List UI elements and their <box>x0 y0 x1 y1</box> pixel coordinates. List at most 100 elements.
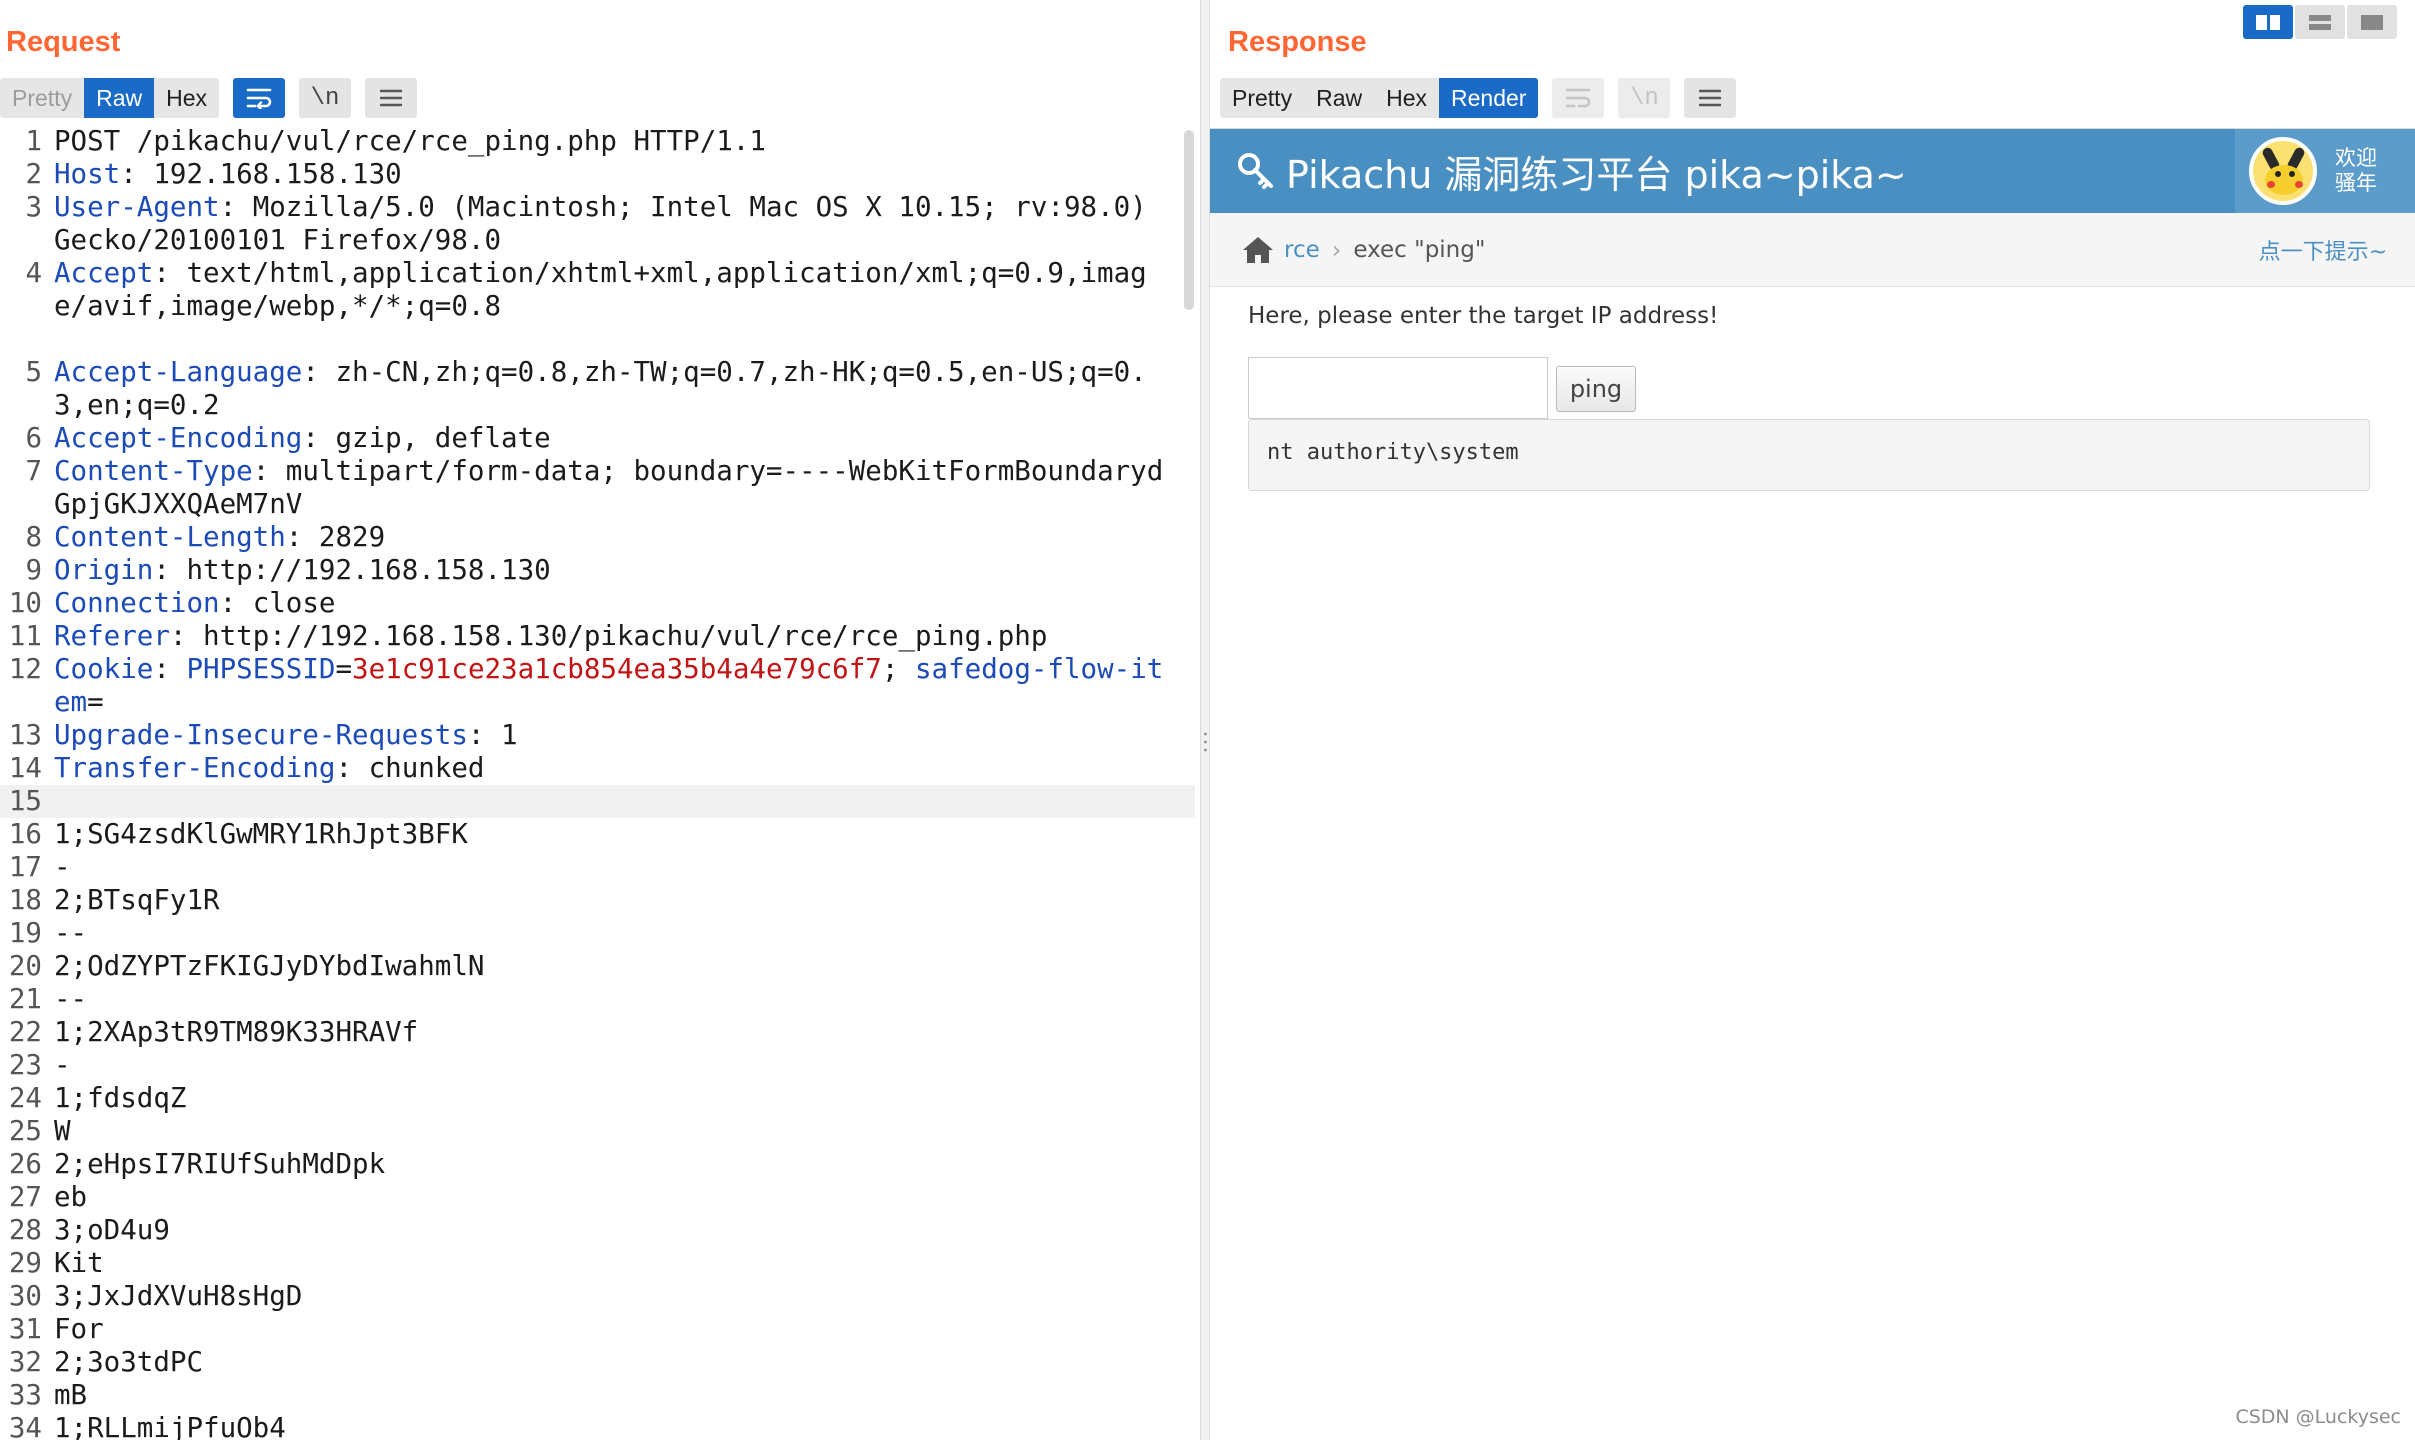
code-line: 7 Content-Type: multipart/form-data; boun… <box>0 455 1195 521</box>
line-number: 22 <box>8 1016 42 1048</box>
ip-address-input[interactable] <box>1248 357 1548 419</box>
line-text: User-Agent: Mozilla/5.0 (Macintosh; Inte… <box>54 191 1179 257</box>
line-segment: = <box>335 653 353 685</box>
line-number: 32 <box>8 1346 42 1378</box>
header-name: Cookie <box>54 653 154 685</box>
code-line: 24 1;fdsdqZ <box>0 1082 1195 1115</box>
request-menu-button[interactable] <box>365 78 417 118</box>
line-segment: - <box>54 851 71 883</box>
header-name: User-Agent <box>54 191 220 223</box>
line-segment: : close <box>219 587 336 619</box>
hamburger-menu-icon <box>380 89 402 107</box>
layout-stacked-button[interactable] <box>2295 5 2345 39</box>
request-scrollbar[interactable] <box>1184 130 1194 310</box>
line-number: 24 <box>8 1082 42 1114</box>
line-segment: : chunked <box>335 752 485 784</box>
line-number: 1 <box>25 125 42 157</box>
wrap-lines-button[interactable] <box>233 78 285 118</box>
header-name: Transfer-Encoding <box>54 752 336 784</box>
code-line: 25 W <box>0 1115 1195 1148</box>
line-number: 7 <box>25 455 42 487</box>
line-text: -- <box>54 983 87 1015</box>
code-line: 13 Upgrade-Insecure-Requests: 1 <box>0 719 1195 752</box>
code-line: 18 2;BTsqFy1R <box>0 884 1195 917</box>
request-view-tabs: Pretty Raw Hex <box>0 78 219 118</box>
home-icon <box>1243 236 1273 263</box>
hint-link[interactable]: 点一下提示~ <box>2259 234 2387 266</box>
site-title-text: Pikachu 漏洞练习平台 pika~pika~ <box>1286 152 1907 197</box>
code-line: 30 3;JxJdXVuH8sHgD <box>0 1280 1195 1313</box>
response-wrap-lines-button[interactable] <box>1552 78 1605 118</box>
cookie-name: PHPSESSID <box>186 653 336 685</box>
breadcrumb-rce-link[interactable]: rce <box>1284 237 1320 263</box>
breadcrumb: rce › exec "ping" 点一下提示~ <box>1210 213 2415 287</box>
code-line: 33 mB <box>0 1379 1195 1412</box>
code-line: 34 1;RLLmijPfuOb4 <box>0 1412 1195 1440</box>
header-name: Upgrade-Insecure-Requests <box>54 719 468 751</box>
layout-tabs-button[interactable] <box>2347 5 2397 39</box>
line-number: 34 <box>8 1412 42 1440</box>
request-tab-hex[interactable]: Hex <box>154 78 219 118</box>
line-text: - <box>54 1049 71 1081</box>
line-number: 17 <box>8 851 42 883</box>
line-segment: : gzip, deflate <box>302 422 551 454</box>
line-text: POST /pikachu/vul/rce/rce_ping.php HTTP/… <box>54 125 766 157</box>
user-box[interactable]: 欢迎 骚年 <box>2235 129 2415 213</box>
code-line: 28 3;oD4u9 <box>0 1214 1195 1247</box>
response-tab-pretty[interactable]: Pretty <box>1220 78 1304 118</box>
response-tab-render[interactable]: Render <box>1439 78 1539 118</box>
response-tab-raw[interactable]: Raw <box>1304 78 1374 118</box>
line-text: 1;fdsdqZ <box>54 1082 186 1114</box>
request-toolbar: Pretty Raw Hex \n <box>0 78 417 118</box>
line-number: 14 <box>8 752 42 784</box>
header-name: Accept-Language <box>54 356 303 388</box>
code-line: 32 2;3o3tdPC <box>0 1346 1195 1379</box>
request-tab-pretty[interactable]: Pretty <box>0 78 84 118</box>
header-name: Host <box>54 158 121 190</box>
line-text: 2;BTsqFy1R <box>54 884 220 916</box>
pane-splitter[interactable] <box>1200 0 1210 1440</box>
response-menu-button[interactable] <box>1684 78 1737 118</box>
line-segment: : 1 <box>467 719 518 751</box>
line-segment: eb <box>54 1181 88 1213</box>
line-segment: mB <box>54 1379 88 1411</box>
line-text: -- <box>54 917 87 949</box>
response-pane: Response Pretty Raw Hex Render \n Pikach… <box>1210 0 2415 1440</box>
line-segment: For <box>54 1313 104 1345</box>
line-number: 33 <box>8 1379 42 1411</box>
line-text: 2;eHpsI7RIUfSuhMdDpk <box>54 1148 385 1180</box>
line-text: Upgrade-Insecure-Requests: 1 <box>54 719 518 751</box>
line-segment: : 2829 <box>285 521 386 553</box>
code-line: 3 User-Agent: Mozilla/5.0 (Macintosh; Int… <box>0 191 1195 257</box>
line-text: 1;RLLmijPfuOb4 <box>54 1412 286 1440</box>
code-line: 6 Accept-Encoding: gzip, deflate <box>0 422 1195 455</box>
layout-switch <box>2243 5 2397 39</box>
code-line: 17- <box>0 851 1195 884</box>
response-show-newlines-button[interactable]: \n <box>1618 78 1671 118</box>
ip-instruction: Here, please enter the target IP address… <box>1248 303 1719 329</box>
layout-side-by-side-button[interactable] <box>2243 5 2293 39</box>
code-line: 9 Origin: http://192.168.158.130 <box>0 554 1195 587</box>
code-line: 12 Cookie: PHPSESSID=3e1c91ce23a1cb854ea3… <box>0 653 1195 719</box>
line-number: 28 <box>8 1214 42 1246</box>
welcome-line-2: 骚年 <box>2335 171 2377 195</box>
code-line: 19 -- <box>0 917 1195 950</box>
header-name: Connection <box>54 587 220 619</box>
line-number: 9 <box>25 554 42 586</box>
line-number: 20 <box>8 950 42 982</box>
show-newlines-button[interactable]: \n <box>299 78 351 118</box>
header-name: Referer <box>54 620 170 652</box>
header-name: Accept <box>54 257 154 289</box>
ping-button[interactable]: ping <box>1556 366 1636 412</box>
code-line: 27 eb <box>0 1181 1195 1214</box>
request-tab-raw[interactable]: Raw <box>84 78 155 118</box>
line-number: 21 <box>8 983 42 1015</box>
line-number: 26 <box>8 1148 42 1180</box>
code-line: 22 1;2XAp3tR9TM89K33HRAVf <box>0 1016 1195 1049</box>
response-tab-hex[interactable]: Hex <box>1374 78 1439 118</box>
line-text: Transfer-Encoding: chunked <box>54 752 484 784</box>
request-editor[interactable]: 1 POST /pikachu/vul/rce/rce_ping.php HTTP… <box>0 125 1195 1440</box>
site-title[interactable]: Pikachu 漏洞练习平台 pika~pika~ <box>1210 144 1907 199</box>
line-segment: -- <box>54 983 88 1015</box>
line-number: 12 <box>8 653 42 685</box>
